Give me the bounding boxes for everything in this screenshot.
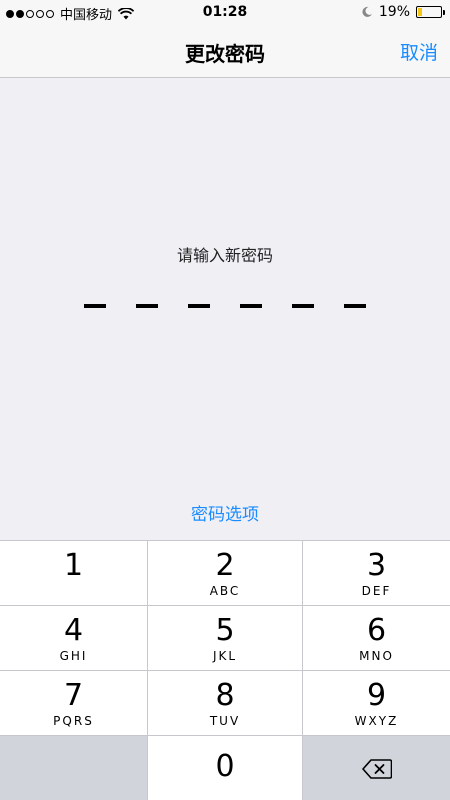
key-4[interactable]: 4 GHI [0, 606, 148, 671]
cancel-button[interactable]: 取消 [400, 38, 438, 65]
backspace-button[interactable] [303, 736, 450, 800]
battery-percent: 19% [378, 4, 410, 20]
passcode-digit-placeholder [240, 304, 262, 308]
status-right: 19% [361, 4, 445, 20]
key-9[interactable]: 9 WXYZ [303, 671, 450, 736]
key-number: 4 [63, 613, 84, 648]
key-0[interactable]: 0 [148, 736, 303, 800]
passcode-digit-placeholder [136, 304, 158, 308]
status-bar: 中国移动 01:28 19% [0, 0, 450, 26]
key-letters: GHI [59, 649, 88, 663]
key-number: 1 [63, 548, 84, 583]
passcode-digit-placeholder [188, 304, 210, 308]
navigation-bar: 更改密码 取消 [0, 26, 450, 78]
key-number: 6 [366, 613, 387, 648]
key-8[interactable]: 8 TUV [148, 671, 303, 736]
page-title: 更改密码 [185, 42, 265, 66]
key-number: 9 [366, 678, 387, 713]
passcode-prompt: 请输入新密码 [176, 246, 273, 265]
key-letters: JKL [212, 649, 238, 663]
key-letters: WXYZ [354, 714, 399, 728]
key-letters: PQRS [53, 714, 94, 728]
passcode-entry [84, 304, 366, 308]
key-number: 3 [366, 548, 387, 583]
empty-key [0, 736, 148, 800]
backspace-icon [361, 758, 392, 779]
key-3[interactable]: 3 DEF [303, 541, 450, 606]
battery-icon [416, 6, 445, 18]
numeric-keypad: 1 2 ABC 3 DEF 4 GHI 5 JKL 6 MNO 7 PQRS 8 TUV 9 WXYZ 0 [0, 540, 450, 800]
key-letters: ABC [209, 584, 241, 598]
key-6[interactable]: 6 MNO [303, 606, 450, 671]
passcode-digit-placeholder [344, 304, 366, 308]
key-number: 8 [215, 678, 235, 713]
key-7[interactable]: 7 PQRS [0, 671, 148, 736]
key-number: 2 [215, 548, 235, 583]
key-letters: DEF [361, 584, 392, 598]
passcode-digit-placeholder [84, 304, 106, 308]
key-5[interactable]: 5 JKL [148, 606, 303, 671]
key-number: 0 [215, 749, 235, 784]
key-number: 5 [215, 613, 235, 648]
key-number: 7 [63, 678, 84, 713]
battery-nub [443, 10, 445, 15]
passcode-digit-placeholder [292, 304, 314, 308]
battery-fill [418, 8, 423, 16]
moon-icon [362, 6, 372, 17]
key-letters: TUV [209, 714, 241, 728]
key-letters: MNO [359, 649, 394, 663]
key-2[interactable]: 2 ABC [148, 541, 303, 606]
key-1[interactable]: 1 [0, 541, 148, 606]
passcode-options-button[interactable]: 密码选项 [0, 500, 450, 525]
